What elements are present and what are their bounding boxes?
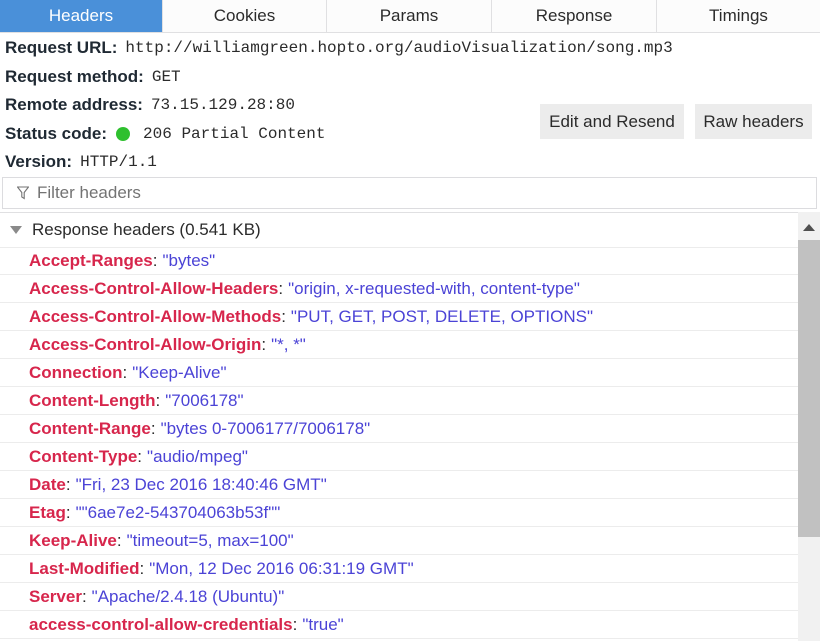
header-name: Last-Modified (29, 558, 140, 578)
header-value: "timeout=5, max=100" (126, 530, 294, 550)
vertical-scrollbar[interactable] (798, 212, 820, 641)
header-value: "origin, x-requested-with, content-type" (288, 278, 580, 298)
header-colon: : (278, 278, 284, 298)
version-label: Version: (5, 152, 73, 172)
header-row[interactable]: Connection: "Keep-Alive" (0, 359, 798, 387)
tab-headers[interactable]: Headers (0, 0, 163, 32)
header-value: "Keep-Alive" (132, 362, 227, 382)
header-value: "*, *" (271, 334, 306, 354)
header-row[interactable]: Access-Control-Allow-Headers: "origin, x-… (0, 275, 798, 303)
header-value: "bytes 0-7006177/7006178" (160, 418, 371, 438)
header-value: "Fri, 23 Dec 2016 18:40:46 GMT" (75, 474, 327, 494)
header-value: "7006178" (165, 390, 244, 410)
header-colon: : (116, 530, 122, 550)
header-row[interactable]: Keep-Alive: "timeout=5, max=100" (0, 527, 798, 555)
tab-response[interactable]: Response (492, 0, 657, 32)
header-row[interactable]: access-control-allow-credentials: "true" (0, 611, 798, 639)
header-name: access-control-allow-credentials (29, 614, 293, 634)
header-value: "Apache/2.4.18 (Ubuntu)" (91, 586, 285, 606)
request-method-row: Request method: GET (5, 63, 673, 92)
tab-params[interactable]: Params (327, 0, 492, 32)
header-name: Server (29, 586, 82, 606)
header-row[interactable]: Access-Control-Allow-Origin: "*, *" (0, 331, 798, 359)
header-colon: : (137, 446, 143, 466)
header-value: ""6ae7e2-543704063b53f"" (75, 502, 281, 522)
header-name: Accept-Ranges (29, 250, 153, 270)
header-name: Content-Type (29, 446, 138, 466)
header-colon: : (155, 390, 161, 410)
header-row[interactable]: Etag: ""6ae7e2-543704063b53f"" (0, 499, 798, 527)
tab-bar: Headers Cookies Params Response Timings (0, 0, 820, 33)
raw-headers-button[interactable]: Raw headers (695, 104, 812, 139)
header-colon: : (139, 558, 145, 578)
header-value: "PUT, GET, POST, DELETE, OPTIONS" (290, 306, 593, 326)
remote-address-label: Remote address: (5, 95, 143, 115)
request-method-label: Request method: (5, 66, 144, 86)
header-value: "bytes" (162, 250, 216, 270)
remote-address-value: 73.15.129.28:80 (150, 96, 295, 115)
scroll-up-arrow-icon[interactable] (803, 224, 815, 231)
header-row[interactable]: Last-Modified: "Mon, 12 Dec 2016 06:31:19… (0, 555, 798, 583)
header-name: Access-Control-Allow-Origin (29, 334, 262, 354)
header-row[interactable]: Content-Range: "bytes 0-7006177/7006178" (0, 415, 798, 443)
status-code-label: Status code: (5, 123, 108, 143)
header-value: "true" (302, 614, 344, 634)
header-colon: : (65, 502, 71, 522)
response-headers-title: Response headers (0.541 KB) (32, 220, 261, 239)
header-colon: : (122, 362, 128, 382)
header-name: Access-Control-Allow-Methods (29, 306, 282, 326)
header-row[interactable]: Content-Length: "7006178" (0, 387, 798, 415)
header-colon: : (281, 306, 286, 326)
header-row[interactable]: Date: "Fri, 23 Dec 2016 18:40:46 GMT" (0, 471, 798, 499)
header-name: Content-Length (29, 390, 156, 410)
filter-headers-input[interactable] (37, 183, 797, 203)
version-value: HTTP/1.1 (80, 153, 157, 172)
filter-headers-box (2, 177, 817, 209)
header-row[interactable]: Server: "Apache/2.4.18 (Ubuntu)" (0, 583, 798, 611)
tab-timings[interactable]: Timings (657, 0, 820, 32)
header-value: "audio/mpeg" (147, 446, 248, 466)
request-url-label: Request URL: (5, 38, 118, 58)
header-colon: : (65, 474, 71, 494)
scrollbar-thumb[interactable] (798, 240, 820, 537)
status-dot-icon (116, 126, 131, 141)
header-value: "Mon, 12 Dec 2016 06:31:19 GMT" (149, 558, 414, 578)
collapse-triangle-icon[interactable] (10, 226, 22, 234)
request-url-row: Request URL: http://williamgreen.hopto.o… (5, 34, 673, 63)
status-code-value: 206 Partial Content (143, 124, 326, 143)
version-row: Version: HTTP/1.1 (5, 148, 673, 177)
request-method-value: GET (151, 67, 181, 86)
header-colon: : (152, 250, 158, 270)
header-name: Keep-Alive (29, 530, 117, 550)
edit-and-resend-button[interactable]: Edit and Resend (540, 104, 684, 139)
header-name: Etag (29, 502, 66, 522)
header-row[interactable]: Content-Type: "audio/mpeg" (0, 443, 798, 471)
header-colon: : (81, 586, 87, 606)
header-row[interactable]: Access-Control-Allow-Methods: "PUT, GET, … (0, 303, 798, 331)
header-name: Connection (29, 362, 123, 382)
header-name: Content-Range (29, 418, 151, 438)
filter-icon (17, 186, 29, 200)
header-colon: : (150, 418, 156, 438)
response-headers-list: Accept-Ranges: "bytes" Access-Control-Allo… (0, 247, 798, 639)
header-name: Access-Control-Allow-Headers (29, 278, 279, 298)
request-url-value[interactable]: http://williamgreen.hopto.org/audioVisua… (125, 39, 672, 57)
tab-cookies[interactable]: Cookies (163, 0, 327, 32)
header-colon: : (261, 334, 267, 354)
header-name: Date (29, 474, 66, 494)
header-row[interactable]: Accept-Ranges: "bytes" (0, 247, 798, 275)
header-colon: : (292, 614, 298, 634)
response-headers-section-toggle[interactable]: Response headers (0.541 KB) (0, 212, 798, 248)
